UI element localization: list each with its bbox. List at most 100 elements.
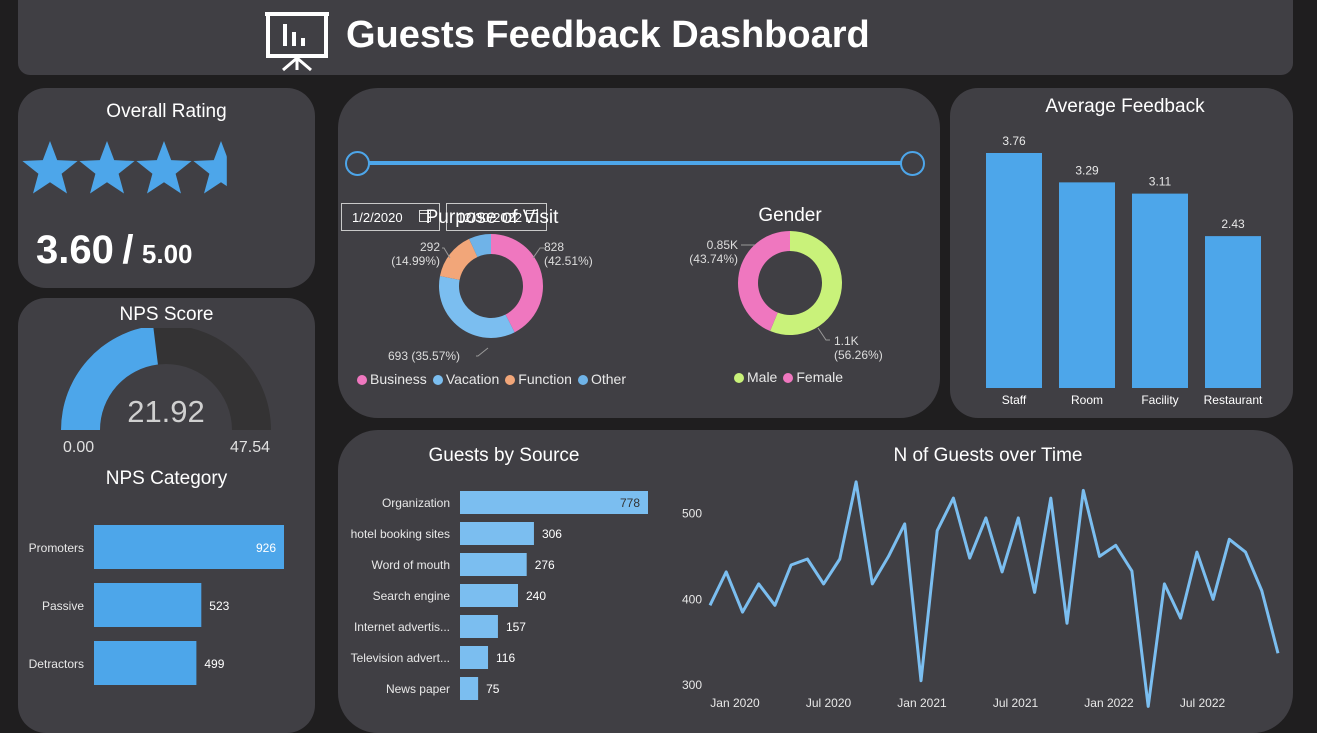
guests-line-series bbox=[708, 480, 1280, 708]
nps-category-value: 499 bbox=[204, 657, 224, 671]
purpose-leader-line bbox=[532, 247, 544, 259]
time-x-tick: Jan 2022 bbox=[1084, 696, 1134, 710]
gender-data-label: (56.26%) bbox=[834, 348, 883, 362]
average-feedback-value: 3.29 bbox=[1075, 163, 1099, 177]
time-x-tick: Jan 2021 bbox=[897, 696, 947, 710]
source-value: 306 bbox=[542, 527, 562, 541]
source-bar bbox=[460, 553, 527, 576]
gender-data-label: 0.85K bbox=[707, 238, 738, 252]
time-y-tick: 300 bbox=[682, 678, 702, 692]
purpose-slice bbox=[439, 275, 515, 338]
guests-over-time-chart: 500 400 300 Jan 2020 Jul 2020 Jan 2021 Jul 202… bbox=[682, 480, 1280, 710]
nps-category-label: Promoters bbox=[29, 541, 84, 555]
purpose-data-label: 292 bbox=[420, 240, 440, 254]
gender-legend: Male Female bbox=[734, 369, 849, 385]
purpose-data-label: 693 (35.57%) bbox=[388, 349, 460, 363]
time-x-tick: Jul 2022 bbox=[1180, 696, 1226, 710]
header-bar: Guests Feedback Dashboard bbox=[18, 0, 1293, 75]
legend-item-other: Other bbox=[577, 371, 626, 387]
purpose-leader-line bbox=[476, 347, 489, 357]
time-x-tick: Jan 2020 bbox=[710, 696, 760, 710]
visit-gender-card: 1/2/2020 12/30/2022 Purpose of Visit 828… bbox=[338, 88, 940, 418]
source-value: 276 bbox=[535, 558, 555, 572]
presentation-chart-icon bbox=[265, 12, 329, 72]
legend-item-male: Male bbox=[734, 369, 777, 385]
purpose-data-label: (42.51%) bbox=[544, 254, 593, 268]
guests-over-time-title: N of Guests over Time bbox=[893, 445, 1083, 466]
source-category-label: News paper bbox=[386, 682, 450, 696]
gender-leader-line bbox=[817, 327, 830, 341]
nps-score-value: 21.92 bbox=[127, 394, 205, 429]
star-icon bbox=[136, 141, 192, 194]
rating-value: 3.60 / 5.00 bbox=[36, 228, 193, 273]
average-feedback-title: Average Feedback bbox=[1045, 96, 1205, 117]
legend-item-business: Business bbox=[357, 371, 427, 387]
source-bar bbox=[460, 522, 534, 545]
date-range-start-handle[interactable] bbox=[345, 151, 370, 176]
nps-category-label: Passive bbox=[42, 599, 84, 613]
time-y-tick: 500 bbox=[682, 507, 702, 521]
average-feedback-chart: 3.76 Staff 3.29 Room 3.11 Facility 2.43 Restaur… bbox=[986, 134, 1263, 407]
source-category-label: Television advert... bbox=[351, 651, 450, 665]
purpose-slice bbox=[439, 238, 478, 280]
rating-stars bbox=[22, 141, 227, 194]
time-x-tick: Jul 2021 bbox=[993, 696, 1039, 710]
dashboard-title: Guests Feedback Dashboard bbox=[346, 14, 870, 56]
date-range-end-handle[interactable] bbox=[900, 151, 925, 176]
source-bar bbox=[460, 646, 489, 669]
guests-by-source-chart: Organization 778 hotel booking sites 306 Wor… bbox=[351, 491, 648, 700]
guests-by-source-title: Guests by Source bbox=[428, 445, 580, 466]
time-x-tick: Jul 2020 bbox=[806, 696, 852, 710]
average-feedback-value: 3.11 bbox=[1149, 175, 1172, 189]
legend-item-vacation: Vacation bbox=[432, 371, 499, 387]
star-icon bbox=[79, 141, 135, 194]
nps-category-value: 523 bbox=[209, 599, 229, 613]
nps-category-value: 926 bbox=[256, 541, 276, 555]
nps-category-bar bbox=[94, 641, 197, 685]
purpose-data-label: 828 bbox=[544, 240, 564, 254]
overall-rating-title: Overall Rating bbox=[106, 101, 227, 122]
source-value: 116 bbox=[496, 651, 515, 665]
source-time-card: Guests by Source Organization 778 hotel bo… bbox=[338, 430, 1293, 733]
average-feedback-value: 2.43 bbox=[1221, 217, 1245, 231]
nps-category-title: NPS Category bbox=[105, 468, 228, 489]
average-feedback-bar bbox=[986, 153, 1042, 388]
purpose-of-visit-title: Purpose of Visit bbox=[425, 207, 559, 228]
time-y-tick: 400 bbox=[682, 592, 702, 606]
source-value: 240 bbox=[526, 589, 546, 603]
nps-category-bar bbox=[94, 583, 202, 627]
date-range-slider-track[interactable] bbox=[358, 161, 912, 165]
average-feedback-category: Staff bbox=[1002, 393, 1027, 407]
nps-score-title: NPS Score bbox=[119, 304, 214, 325]
average-feedback-bar bbox=[1059, 182, 1115, 388]
source-bar bbox=[460, 615, 498, 638]
purpose-data-label: (14.99%) bbox=[391, 254, 440, 268]
purpose-of-visit-donut: 828(42.51%) 693 (35.57%) 292(14.99%) bbox=[388, 234, 593, 363]
source-value: 778 bbox=[620, 496, 640, 510]
rating-score: 3.60 bbox=[36, 228, 114, 272]
source-category-label: Search engine bbox=[373, 589, 451, 603]
gender-data-label: 1.1K bbox=[834, 334, 859, 348]
gender-donut: 1.1K(56.26%) 0.85K(43.74%) bbox=[689, 231, 883, 362]
star-icon bbox=[22, 141, 78, 194]
rating-max: 5.00 bbox=[141, 239, 193, 269]
average-feedback-category: Restaurant bbox=[1204, 393, 1263, 407]
nps-category-label: Detractors bbox=[29, 657, 84, 671]
purpose-leader-line bbox=[442, 247, 451, 259]
purpose-legend: Business Vacation Function Other bbox=[357, 371, 632, 387]
nps-max-label: 47.54 bbox=[230, 439, 271, 456]
gender-data-label: (43.74%) bbox=[689, 252, 738, 266]
overall-rating-card: Overall Rating 3.60 / 5.00 bbox=[18, 88, 315, 288]
average-feedback-bar bbox=[1132, 193, 1188, 388]
legend-item-function: Function bbox=[505, 371, 572, 387]
source-value: 75 bbox=[486, 682, 500, 696]
source-category-label: hotel booking sites bbox=[351, 527, 450, 541]
source-bar bbox=[460, 584, 518, 607]
source-category-label: Internet advertis... bbox=[354, 620, 450, 634]
source-category-label: Word of mouth bbox=[372, 558, 450, 572]
rating-separator: / bbox=[122, 228, 134, 272]
average-feedback-category: Room bbox=[1071, 393, 1103, 407]
average-feedback-value: 3.76 bbox=[1002, 134, 1026, 148]
star-icon bbox=[193, 141, 227, 194]
gender-title: Gender bbox=[758, 205, 822, 226]
